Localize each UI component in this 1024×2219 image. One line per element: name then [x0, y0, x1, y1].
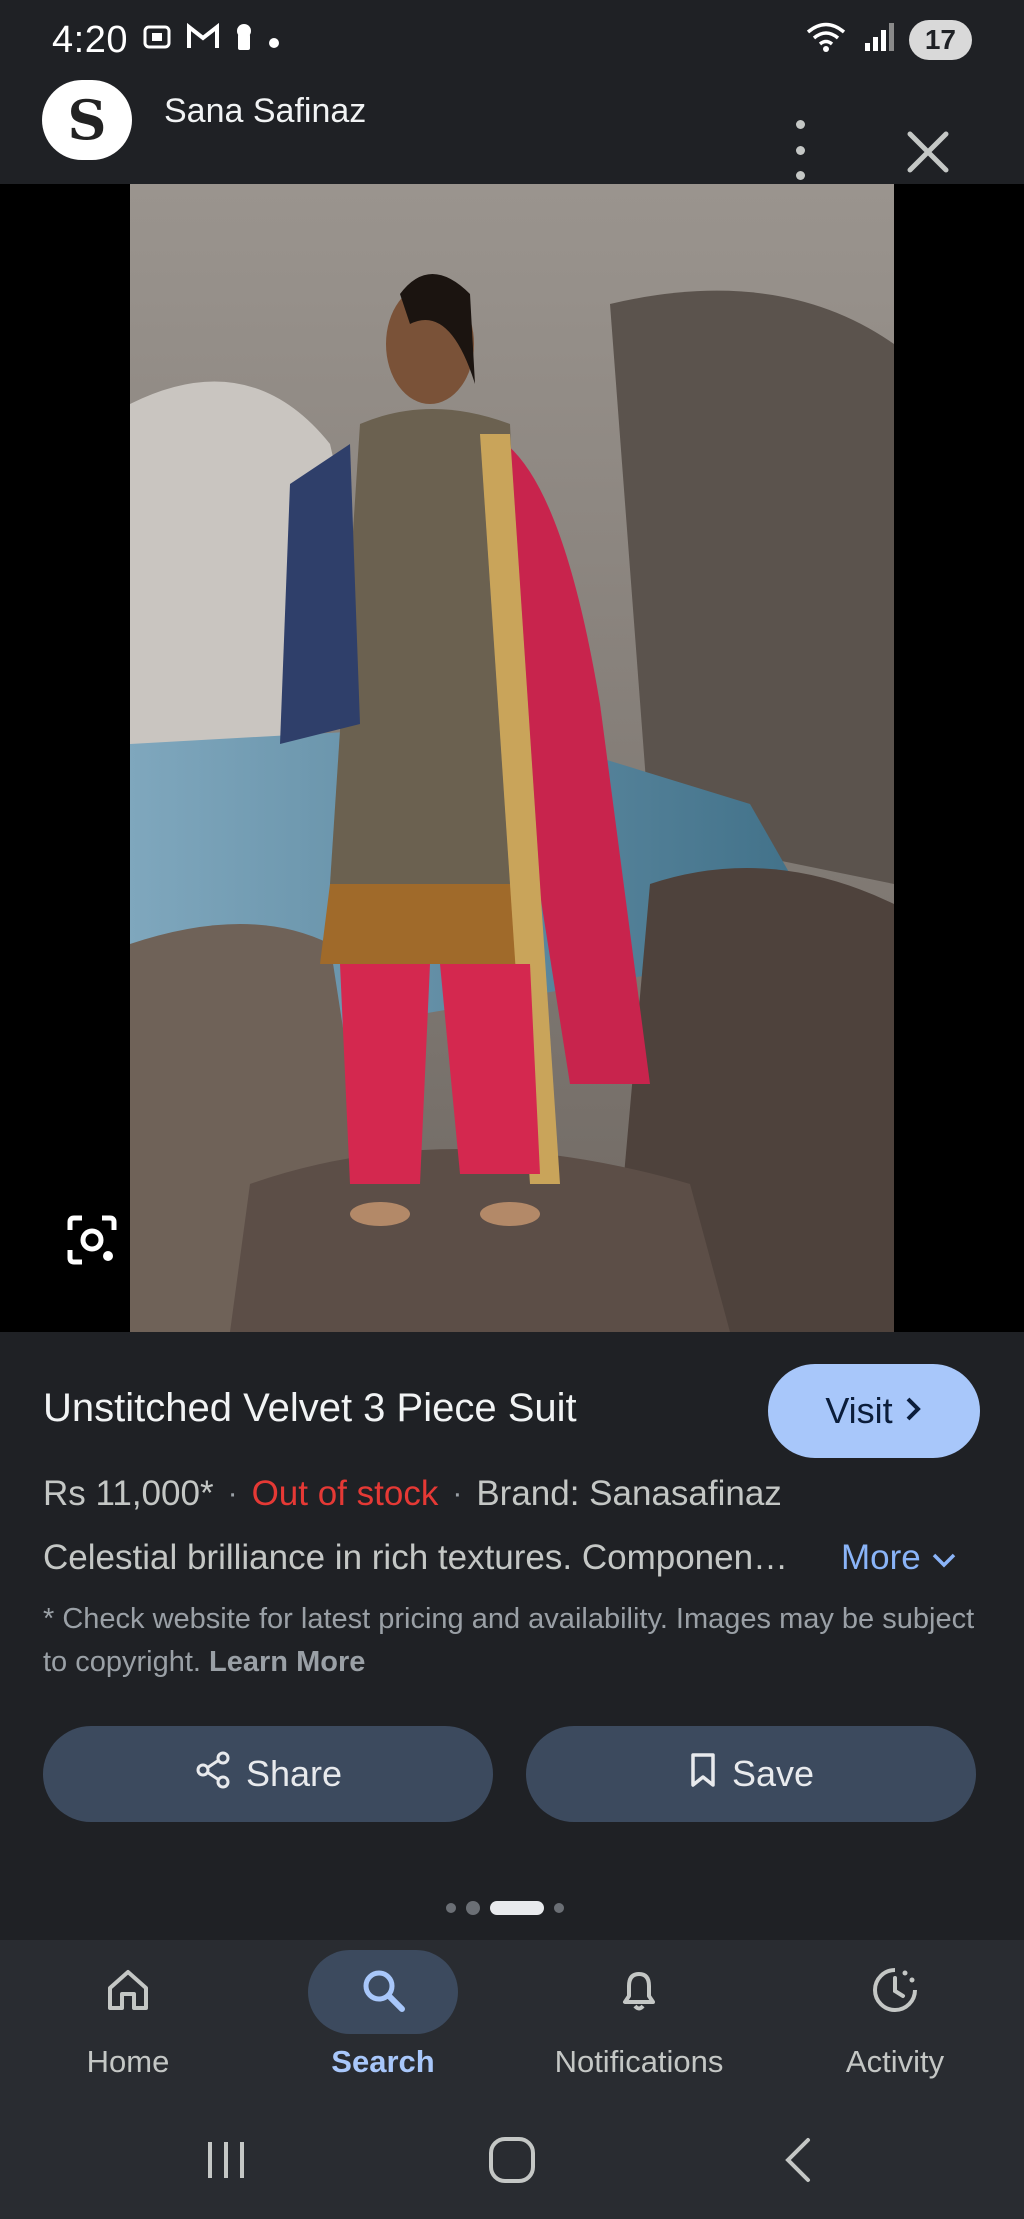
page-dot	[554, 1903, 564, 1913]
screenshot-icon	[142, 22, 172, 58]
share-icon	[194, 1750, 232, 1799]
separator-dot: ·	[452, 1477, 463, 1510]
product-image[interactable]	[130, 184, 894, 1332]
share-label: Share	[245, 1753, 343, 1794]
stock-status: Out of stock	[251, 1474, 439, 1513]
page-dot	[446, 1903, 456, 1913]
disclaimer-text: * Check website for latest pricing and a…	[43, 1603, 975, 1678]
nav-activity[interactable]: Activity	[795, 1950, 995, 2090]
system-navigation-bar	[0, 2100, 1024, 2219]
product-brand: Brand: Sanasafinaz	[476, 1474, 782, 1513]
status-right: 17	[805, 20, 972, 60]
nav-search[interactable]: Search	[283, 1950, 483, 2090]
save-label: Save	[731, 1753, 815, 1794]
bell-icon	[615, 1966, 663, 2019]
nav-home[interactable]: Home	[28, 1950, 228, 2090]
chevron-down-icon	[931, 1538, 957, 1578]
product-title: Unstitched Velvet 3 Piece Suit	[43, 1386, 577, 1430]
image-viewer[interactable]	[0, 184, 1024, 1332]
google-lens-icon[interactable]	[62, 1210, 122, 1270]
nav-home-label: Home	[86, 2044, 170, 2079]
nav-activity-icon-wrap	[820, 1950, 970, 2034]
gmail-icon	[186, 22, 220, 57]
product-meta-row: Rs 11,000* · Out of stock · Brand: Sanas…	[43, 1474, 782, 1514]
share-button[interactable]: Share	[43, 1726, 493, 1822]
nav-home-icon-wrap	[53, 1950, 203, 2034]
learn-more-link[interactable]: Learn More	[209, 1646, 365, 1678]
disclaimer: * Check website for latest pricing and a…	[43, 1598, 983, 1684]
product-price: Rs 11,000*	[43, 1474, 214, 1513]
source-name[interactable]: Sana Safinaz	[164, 92, 366, 131]
status-left: 4:20	[52, 19, 280, 62]
source-header: S Sana Safinaz	[0, 80, 1024, 184]
bottom-navigation: Home Search Notifications Activity	[0, 1940, 1024, 2100]
status-time: 4:20	[52, 18, 128, 61]
product-info-panel: Unstitched Velvet 3 Piece Suit Visit Rs …	[0, 1332, 1024, 1940]
nav-notifications[interactable]: Notifications	[539, 1950, 739, 2090]
nav-notifications-icon-wrap	[564, 1950, 714, 2034]
nav-activity-label: Activity	[845, 2044, 945, 2079]
visit-label: Visit	[825, 1390, 893, 1431]
close-icon[interactable]	[896, 120, 960, 184]
more-label: More	[841, 1538, 921, 1577]
page-dot-active	[490, 1901, 544, 1915]
back-icon[interactable]	[770, 2130, 830, 2190]
more-options-icon[interactable]	[782, 120, 818, 180]
keyhole-icon	[234, 22, 254, 58]
signal-icon	[861, 21, 895, 59]
dot-icon	[268, 25, 280, 55]
more-link[interactable]: More	[841, 1538, 957, 1578]
recent-apps-icon[interactable]	[196, 2130, 256, 2190]
nav-notifications-label: Notifications	[554, 2044, 724, 2079]
wifi-icon	[805, 21, 847, 59]
home-system-icon[interactable]	[482, 2130, 542, 2190]
visit-button[interactable]: Visit	[768, 1364, 980, 1458]
page-indicator	[446, 1900, 564, 1916]
status-bar: 4:20 17	[0, 0, 1024, 80]
source-logo[interactable]: S	[42, 80, 132, 160]
separator-dot: ·	[227, 1477, 238, 1510]
battery-indicator: 17	[908, 20, 972, 60]
save-button[interactable]: Save	[526, 1726, 976, 1822]
search-icon	[359, 1966, 407, 2019]
bookmark-icon	[688, 1751, 718, 1798]
nav-search-icon-wrap	[308, 1950, 458, 2034]
activity-icon	[869, 1964, 921, 2021]
product-description: Celestial brilliance in rich textures. C…	[43, 1538, 789, 1577]
nav-search-label: Search	[331, 2044, 435, 2079]
page-dot	[466, 1901, 480, 1915]
home-icon	[104, 1966, 152, 2019]
chevron-right-icon	[903, 1390, 923, 1432]
